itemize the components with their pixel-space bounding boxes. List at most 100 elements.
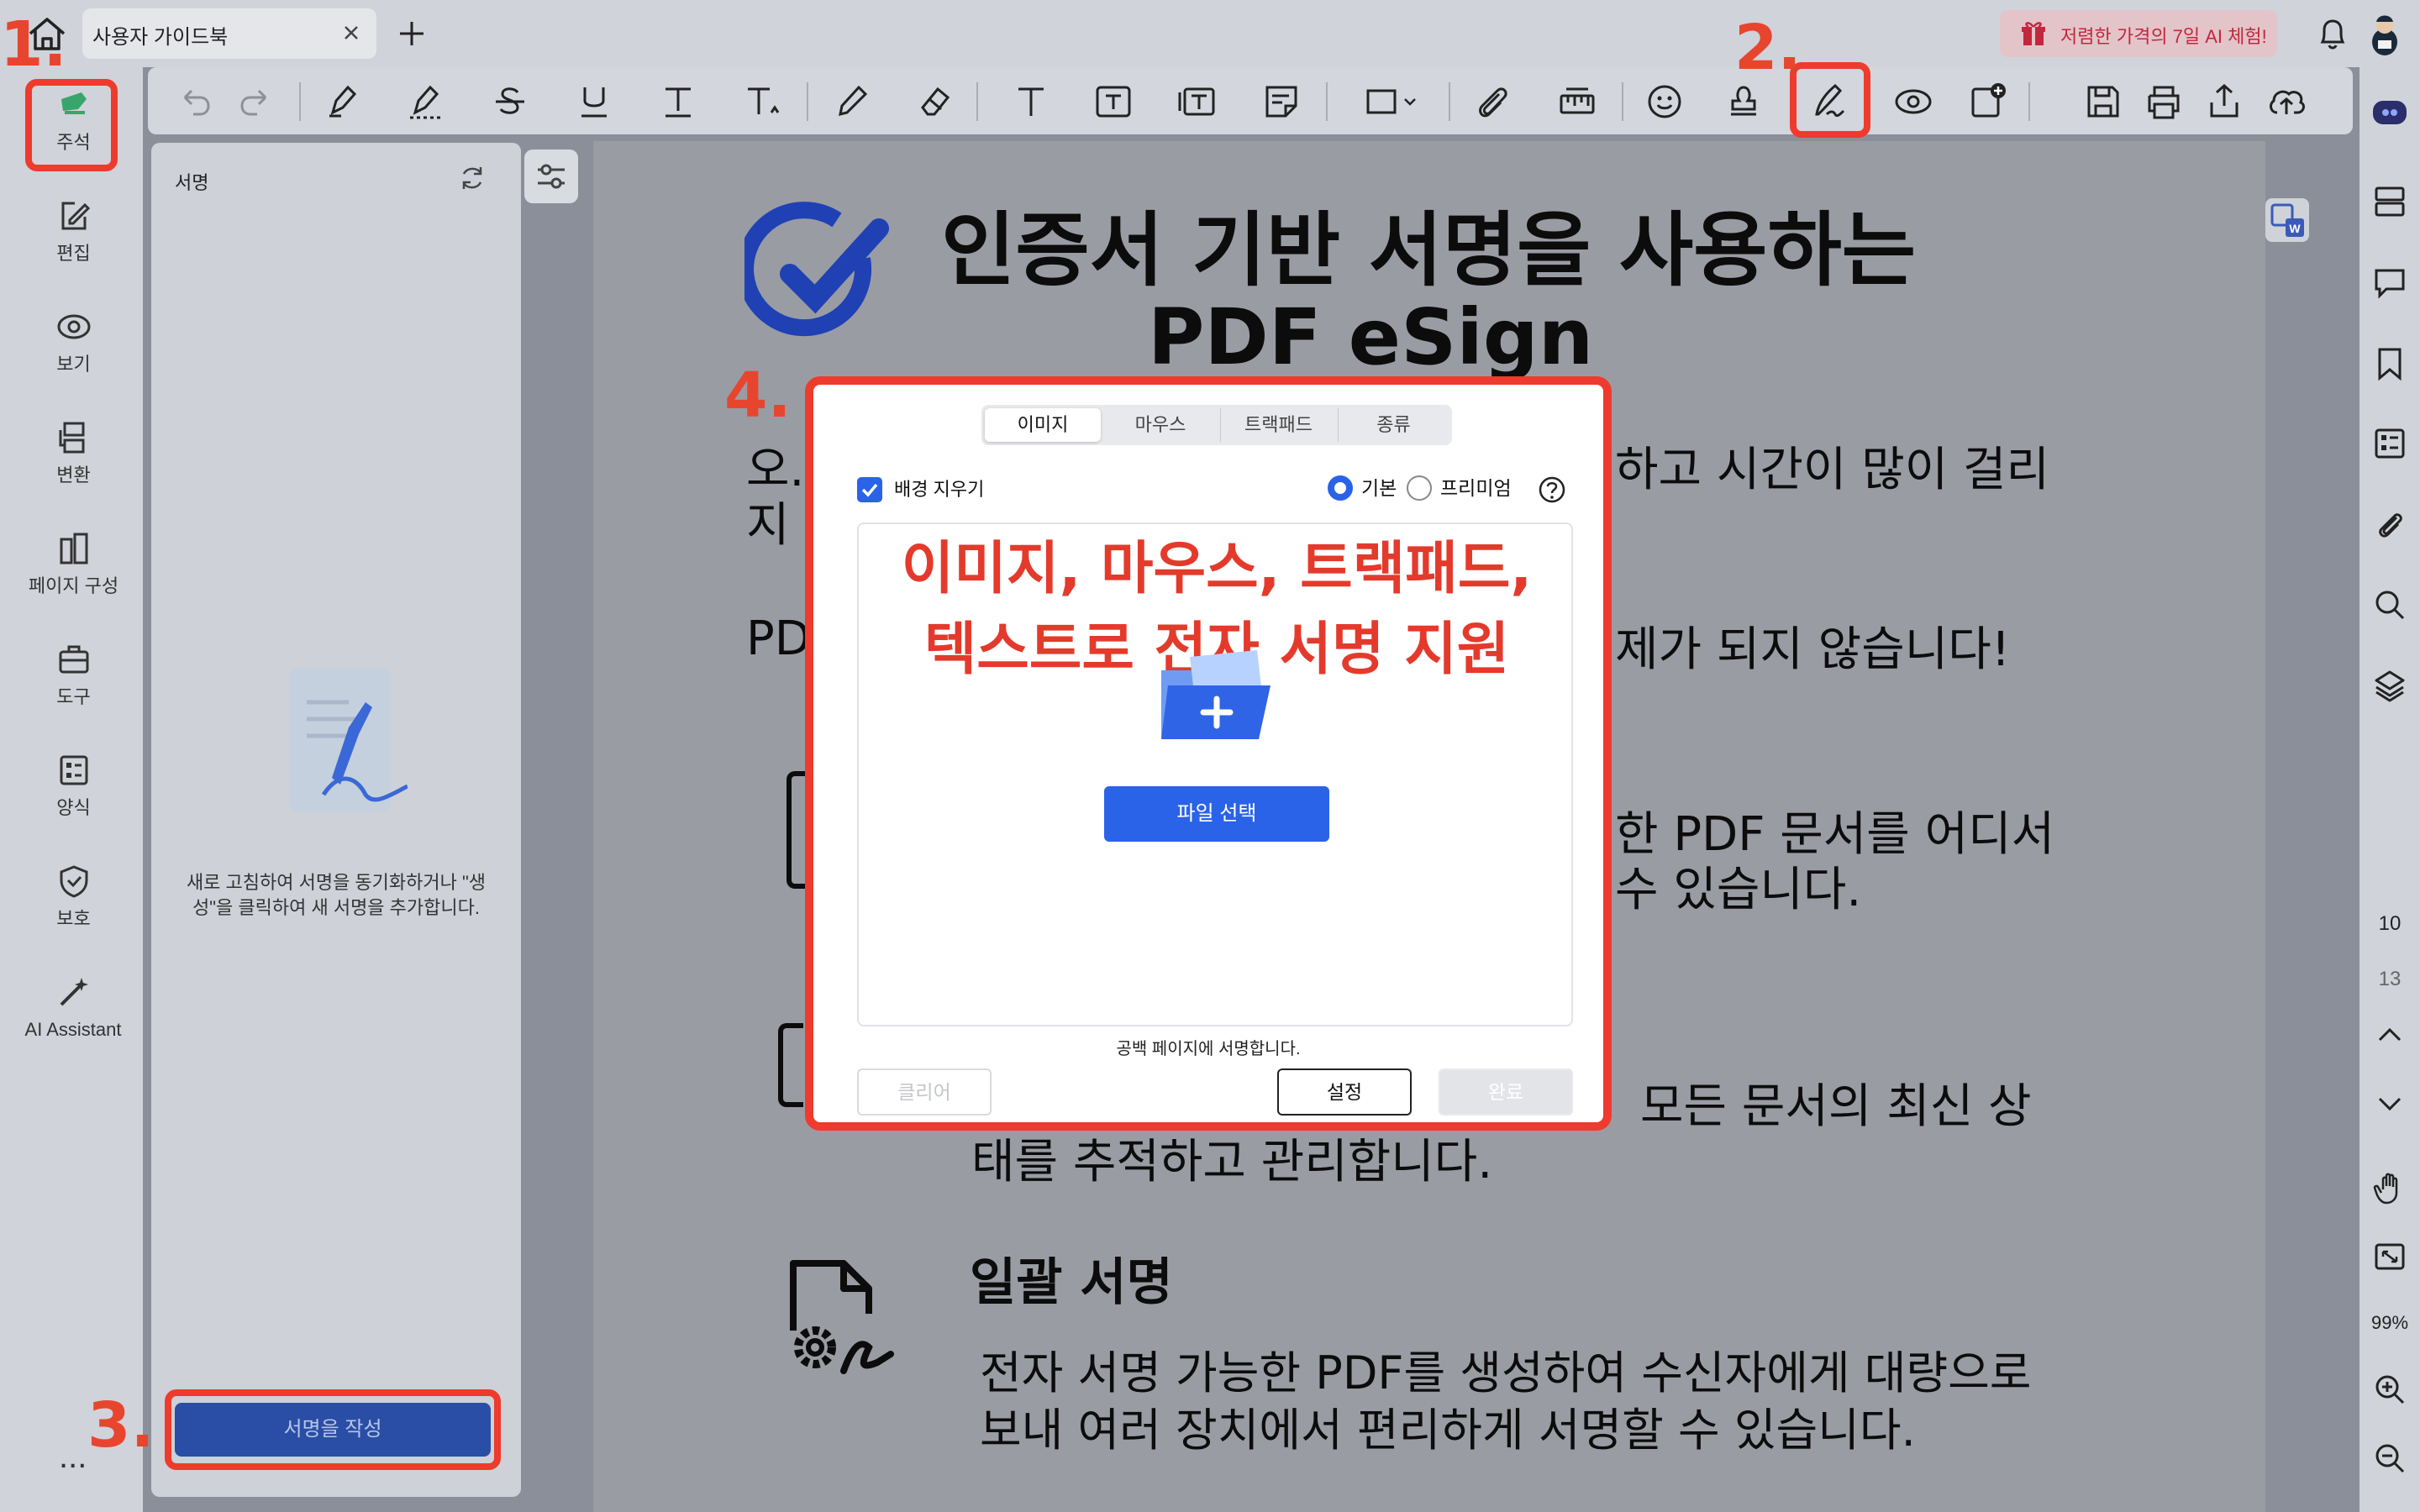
area-highlight-icon[interactable] xyxy=(403,79,449,124)
eye-icon[interactable] xyxy=(1891,79,1936,124)
document-tab-title: 사용자 가이드북 xyxy=(92,26,229,49)
nav-item-label: 도구 xyxy=(56,686,91,707)
zoom-level[interactable]: 99% xyxy=(2360,1312,2420,1334)
overlay-line1: 이미지, 마우스, 트랙패드, xyxy=(901,536,1533,602)
doc-text: 지 xyxy=(746,498,790,553)
text-insert-icon[interactable] xyxy=(739,79,785,124)
chevron-up-icon[interactable] xyxy=(2371,1016,2408,1053)
add-note-icon[interactable] xyxy=(1966,79,2012,124)
sticky-note-icon[interactable] xyxy=(1259,79,1304,124)
text-replace-icon[interactable] xyxy=(655,79,701,124)
nav-item-edit[interactable]: 편집 xyxy=(8,192,139,292)
new-tab-plus-icon[interactable] xyxy=(395,17,429,50)
doc-text: 보내 여러 장치에서 편리하게 서명할 수 있습니다. xyxy=(980,1404,1916,1457)
share-icon[interactable] xyxy=(2202,79,2247,124)
tab-mouse[interactable]: 마우스 xyxy=(1102,408,1218,442)
print-icon[interactable] xyxy=(2141,79,2186,124)
signature-panel: 서명 새로 고침하여 서명을 동기화하거나 "생성"을 클릭하여 새 서명을 추… xyxy=(151,143,521,1497)
page-layout-icon[interactable] xyxy=(2371,183,2408,220)
undo-icon[interactable] xyxy=(173,79,218,124)
doc-text: 수 있습니다. xyxy=(1615,863,1862,917)
bookmark-icon[interactable] xyxy=(2371,344,2408,381)
doc-text: 하고 시간이 많이 걸리 xyxy=(1615,443,2050,497)
signature-method-tabs: 이미지 마우스 트랙패드 종류 xyxy=(981,405,1452,445)
search-icon[interactable] xyxy=(2371,586,2408,623)
chevron-down-icon[interactable] xyxy=(2371,1085,2408,1122)
shape-icon[interactable] xyxy=(1361,79,1428,124)
nav-item-page-organize[interactable]: 페이지 구성 xyxy=(8,524,139,625)
nav-item-ai-assistant[interactable]: AI Assistant xyxy=(8,968,139,1094)
zoom-in-icon[interactable] xyxy=(2371,1371,2408,1408)
add-folder-icon xyxy=(1156,645,1277,746)
comments-icon[interactable] xyxy=(2371,264,2408,301)
layers-icon[interactable] xyxy=(2371,667,2408,704)
bulk-sign-document-icon xyxy=(776,1255,894,1381)
nav-item-view[interactable]: 보기 xyxy=(8,302,139,403)
nav-item-convert[interactable]: 변환 xyxy=(8,413,139,514)
ai-robot-icon[interactable] xyxy=(2373,101,2407,124)
nav-item-tools[interactable]: 도구 xyxy=(8,635,139,736)
form-icon xyxy=(56,753,92,788)
refresh-icon[interactable] xyxy=(457,163,487,193)
fit-page-icon[interactable] xyxy=(2371,1238,2408,1275)
stamp-icon[interactable] xyxy=(1721,79,1766,124)
cloud-upload-icon[interactable] xyxy=(2264,79,2309,124)
strikethrough-icon[interactable] xyxy=(487,79,533,124)
save-icon[interactable] xyxy=(2081,79,2126,124)
underline-icon[interactable] xyxy=(571,79,617,124)
clear-button[interactable]: 클리어 xyxy=(857,1068,992,1116)
hand-tool-icon[interactable] xyxy=(2371,1169,2408,1206)
document-tab[interactable]: 사용자 가이드북 xyxy=(82,8,376,59)
avatar[interactable] xyxy=(2368,12,2402,55)
tab-type[interactable]: 종류 xyxy=(1338,408,1449,442)
sticker-icon[interactable] xyxy=(1642,79,1687,124)
form-fields-icon[interactable] xyxy=(2371,425,2408,462)
signature-illustration xyxy=(273,669,408,820)
page-current[interactable]: 10 xyxy=(2360,912,2420,936)
text-icon[interactable] xyxy=(1008,79,1054,124)
close-icon[interactable] xyxy=(339,20,364,45)
zoom-out-icon[interactable] xyxy=(2371,1440,2408,1477)
attachment-icon[interactable] xyxy=(1469,79,1514,124)
help-icon[interactable] xyxy=(1538,475,1566,504)
page-organize-icon xyxy=(56,531,92,566)
translate-word-icon[interactable]: W xyxy=(2265,198,2309,242)
ai-wand-icon xyxy=(56,974,92,1010)
bell-icon[interactable] xyxy=(2316,15,2349,52)
tab-image[interactable]: 이미지 xyxy=(985,408,1101,442)
image-drop-area[interactable]: 이미지, 마우스, 트랙패드, 텍스트로 전자 서명 지원 파일 선택 xyxy=(857,522,1573,1026)
nav-item-protect[interactable]: 보호 xyxy=(8,857,139,958)
radio-basic[interactable] xyxy=(1328,475,1353,501)
doc-title-line1: 인증서 기반 서명을 사용하는 xyxy=(941,203,1917,297)
settings-button[interactable]: 설정 xyxy=(1277,1068,1412,1116)
shield-icon xyxy=(56,864,92,899)
radio-premium[interactable] xyxy=(1407,475,1432,501)
remove-background-checkbox[interactable] xyxy=(857,477,882,502)
step-2-label: 2. xyxy=(1734,12,1802,84)
nav-item-label: AI Assistant xyxy=(24,1019,122,1040)
step1-highlight xyxy=(25,79,118,171)
nav-item-label: 양식 xyxy=(56,797,91,818)
text-callout-icon[interactable] xyxy=(1175,79,1220,124)
measure-icon[interactable] xyxy=(1555,79,1600,124)
blank-page-note: 공백 페이지에 서명합니다. xyxy=(1116,1040,1301,1058)
highlighter-icon[interactable] xyxy=(319,79,365,124)
pencil-icon[interactable] xyxy=(829,79,874,124)
redo-icon[interactable] xyxy=(232,79,277,124)
attachment-icon[interactable] xyxy=(2371,506,2408,543)
nav-item-label: 보기 xyxy=(56,354,91,375)
doc-section-title: 일괄 서명 xyxy=(970,1253,1173,1312)
choose-file-button[interactable]: 파일 선택 xyxy=(1104,786,1329,842)
done-button[interactable]: 완료 xyxy=(1439,1068,1573,1116)
nav-item-form[interactable]: 양식 xyxy=(8,746,139,847)
more-ellipsis[interactable]: ... xyxy=(59,1438,87,1476)
tab-trackpad[interactable]: 트랙패드 xyxy=(1220,408,1336,442)
panel-settings-icon[interactable] xyxy=(524,150,578,203)
doc-feature-icon xyxy=(778,1023,803,1107)
eraser-icon[interactable] xyxy=(913,79,958,124)
text-box-icon[interactable] xyxy=(1091,79,1136,124)
radio-basic-label: 기본 xyxy=(1361,477,1397,499)
nav-item-label: 페이지 구성 xyxy=(28,575,119,596)
ai-trial-promo-button[interactable]: 저렴한 가격의 7일 AI 체험! xyxy=(2000,10,2277,57)
tab-bar: 사용자 가이드북 저렴한 가격의 7일 AI 체험! xyxy=(0,0,2420,67)
